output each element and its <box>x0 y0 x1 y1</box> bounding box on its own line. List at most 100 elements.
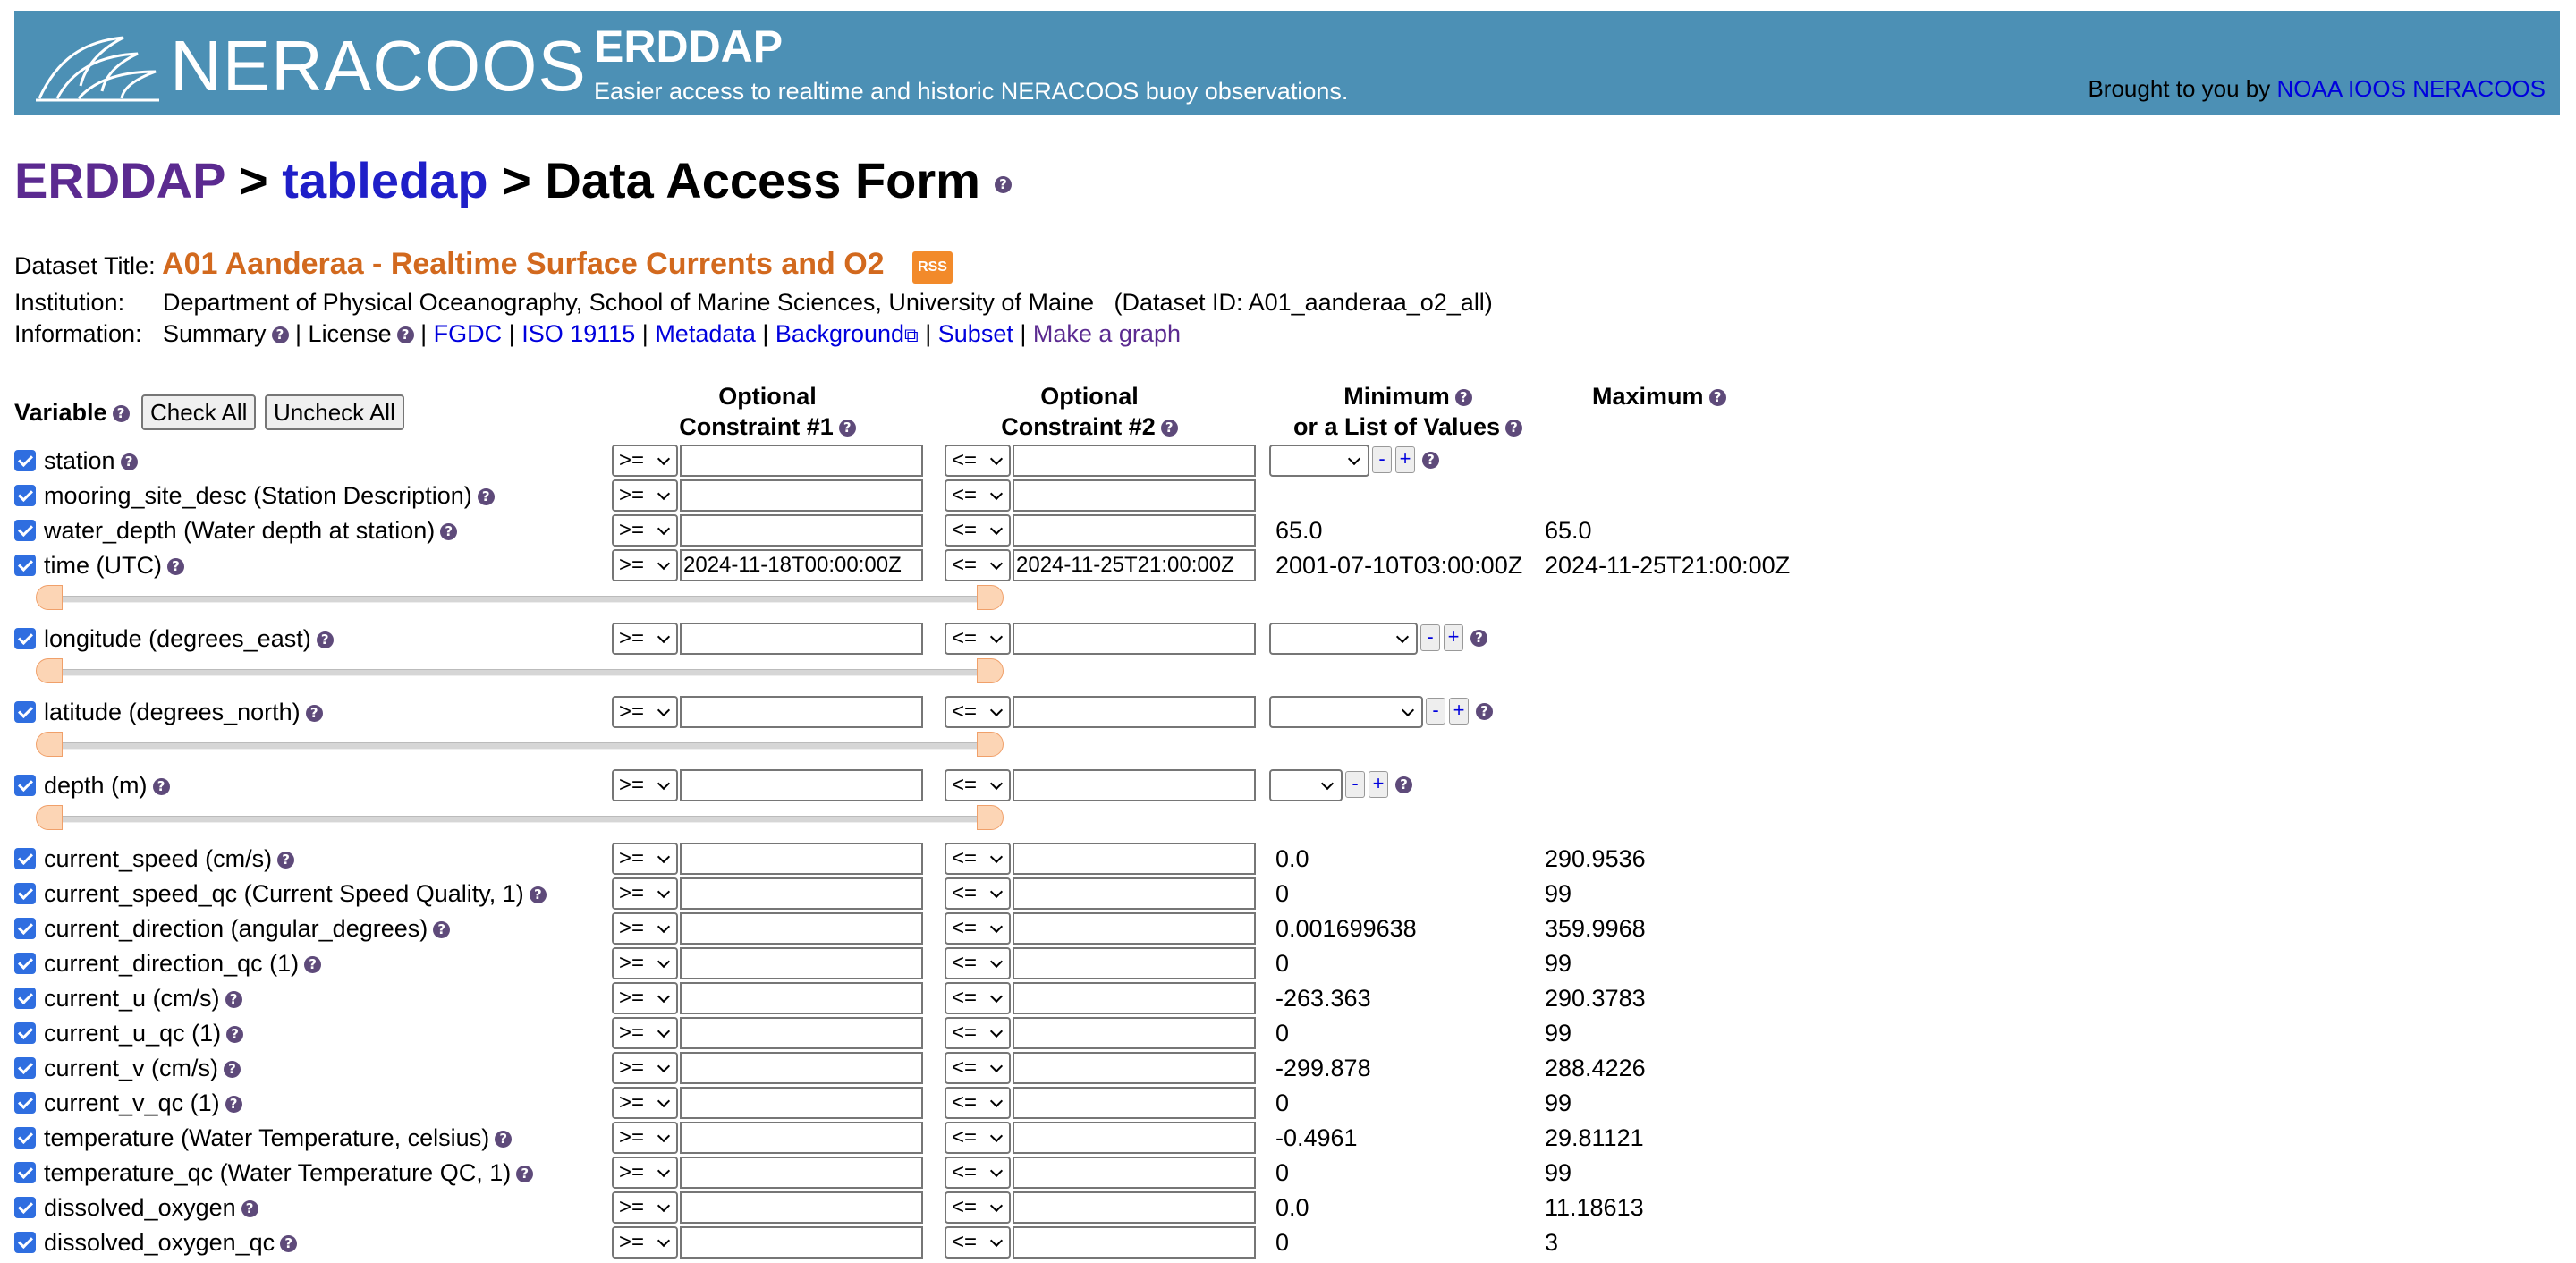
slider-left-handle[interactable] <box>36 805 63 830</box>
slider-left-handle[interactable] <box>36 732 63 757</box>
constraint2-input[interactable] <box>1013 982 1256 1014</box>
previous-value-button[interactable]: - <box>1420 624 1440 651</box>
constraint2-input[interactable] <box>1013 696 1256 728</box>
constraint1-input[interactable] <box>680 1017 923 1049</box>
variable-checkbox[interactable] <box>14 485 36 506</box>
constraint1-operator-select[interactable]: >= <box>612 947 678 979</box>
constraint1-operator-select[interactable]: >= <box>612 479 678 512</box>
constraint2-input[interactable] <box>1013 769 1256 801</box>
metadata-link[interactable]: Metadata <box>655 320 756 347</box>
constraint2-operator-select[interactable]: <= <box>945 696 1011 728</box>
constraint2-operator-select[interactable]: <= <box>945 877 1011 910</box>
constraint1-operator-select[interactable]: >= <box>612 1017 678 1049</box>
constraint1-input[interactable] <box>680 769 923 801</box>
variable-checkbox[interactable] <box>14 1057 36 1079</box>
values-help-icon[interactable]: ? <box>1422 452 1439 469</box>
next-value-button[interactable]: + <box>1444 624 1463 651</box>
constraint1-input[interactable] <box>680 1191 923 1224</box>
constraint1-operator-select[interactable]: >= <box>612 514 678 547</box>
constraint2-input[interactable] <box>1013 1191 1256 1224</box>
slider-left-handle[interactable] <box>36 585 63 610</box>
constraint2-input[interactable] <box>1013 877 1256 910</box>
values-dropdown[interactable] <box>1269 696 1423 728</box>
constraint2-operator-select[interactable]: <= <box>945 769 1011 801</box>
variable-help-icon[interactable]: ? <box>529 886 547 904</box>
variable-checkbox[interactable] <box>14 775 36 796</box>
values-help-icon[interactable]: ? <box>1470 630 1487 647</box>
constraint2-operator-select[interactable]: <= <box>945 514 1011 547</box>
constraint1-input[interactable] <box>680 623 923 655</box>
variable-help-icon[interactable]: ? <box>112 405 130 423</box>
constraint1-input[interactable] <box>680 514 923 547</box>
variable-checkbox[interactable] <box>14 883 36 904</box>
variable-help-icon[interactable]: ? <box>440 523 458 541</box>
constraint1-operator-select[interactable]: >= <box>612 549 678 581</box>
constraint2-operator-select[interactable]: <= <box>945 445 1011 477</box>
constraint2-operator-select[interactable]: <= <box>945 912 1011 945</box>
check-all-button[interactable]: Check All <box>141 394 257 430</box>
constraint2-input[interactable]: 2024-11-25T21:00:00Z <box>1013 549 1256 581</box>
maximum-help-icon[interactable]: ? <box>1708 389 1726 407</box>
constraint1-operator-select[interactable]: >= <box>612 1052 678 1084</box>
variable-checkbox[interactable] <box>14 1162 36 1183</box>
constraint2-help-icon[interactable]: ? <box>1160 420 1178 437</box>
range-slider[interactable] <box>36 585 1004 612</box>
minimum-help-icon[interactable]: ? <box>1454 389 1472 407</box>
constraint2-operator-select[interactable]: <= <box>945 1017 1011 1049</box>
constraint2-operator-select[interactable]: <= <box>945 843 1011 875</box>
constraint1-operator-select[interactable]: >= <box>612 1157 678 1189</box>
previous-value-button[interactable]: - <box>1426 698 1445 725</box>
constraint2-input[interactable] <box>1013 843 1256 875</box>
constraint1-help-icon[interactable]: ? <box>838 420 856 437</box>
slider-right-handle[interactable] <box>977 805 1004 830</box>
constraint2-operator-select[interactable]: <= <box>945 549 1011 581</box>
constraint2-input[interactable] <box>1013 1122 1256 1154</box>
constraint2-operator-select[interactable]: <= <box>945 623 1011 655</box>
variable-checkbox[interactable] <box>14 848 36 869</box>
values-help-icon[interactable]: ? <box>1476 703 1493 720</box>
constraint1-operator-select[interactable]: >= <box>612 982 678 1014</box>
constraint1-input[interactable] <box>680 1052 923 1084</box>
constraint2-input[interactable] <box>1013 947 1256 979</box>
variable-checkbox[interactable] <box>14 701 36 723</box>
variable-help-icon[interactable]: ? <box>280 1235 298 1253</box>
constraint2-operator-select[interactable]: <= <box>945 1087 1011 1119</box>
constraint1-operator-select[interactable]: >= <box>612 843 678 875</box>
summary-help-icon[interactable]: ? <box>271 326 289 344</box>
constraint1-operator-select[interactable]: >= <box>612 623 678 655</box>
breadcrumb-tabledap-link[interactable]: tabledap <box>282 152 487 208</box>
next-value-button[interactable]: + <box>1395 446 1415 473</box>
constraint2-operator-select[interactable]: <= <box>945 1226 1011 1259</box>
slider-right-handle[interactable] <box>977 585 1004 610</box>
help-icon[interactable]: ? <box>994 175 1012 193</box>
variable-help-icon[interactable]: ? <box>225 1096 242 1114</box>
variable-help-icon[interactable]: ? <box>304 956 322 974</box>
constraint2-input[interactable] <box>1013 1017 1256 1049</box>
constraint2-operator-select[interactable]: <= <box>945 479 1011 512</box>
constraint1-input[interactable] <box>680 877 923 910</box>
constraint2-operator-select[interactable]: <= <box>945 1122 1011 1154</box>
rss-icon[interactable]: RSS <box>912 250 953 284</box>
constraint2-input[interactable] <box>1013 1052 1256 1084</box>
list-of-values-help-icon[interactable]: ? <box>1505 420 1523 437</box>
constraint1-operator-select[interactable]: >= <box>612 912 678 945</box>
variable-help-icon[interactable]: ? <box>225 991 242 1009</box>
constraint1-operator-select[interactable]: >= <box>612 1087 678 1119</box>
constraint1-operator-select[interactable]: >= <box>612 1226 678 1259</box>
variable-checkbox[interactable] <box>14 1197 36 1218</box>
constraint1-operator-select[interactable]: >= <box>612 445 678 477</box>
values-help-icon[interactable]: ? <box>1395 776 1412 793</box>
variable-checkbox[interactable] <box>14 1232 36 1253</box>
variable-help-icon[interactable]: ? <box>166 558 184 576</box>
neracoos-logo[interactable]: NERACOOS <box>30 20 586 109</box>
constraint1-input[interactable] <box>680 1122 923 1154</box>
fgdc-link[interactable]: FGDC <box>434 320 503 347</box>
variable-checkbox[interactable] <box>14 1092 36 1114</box>
variable-help-icon[interactable]: ? <box>152 778 170 796</box>
constraint1-input[interactable] <box>680 696 923 728</box>
constraint1-input[interactable] <box>680 843 923 875</box>
constraint2-input[interactable] <box>1013 912 1256 945</box>
slider-left-handle[interactable] <box>36 658 63 683</box>
constraint2-operator-select[interactable]: <= <box>945 1157 1011 1189</box>
constraint1-input[interactable] <box>680 479 923 512</box>
